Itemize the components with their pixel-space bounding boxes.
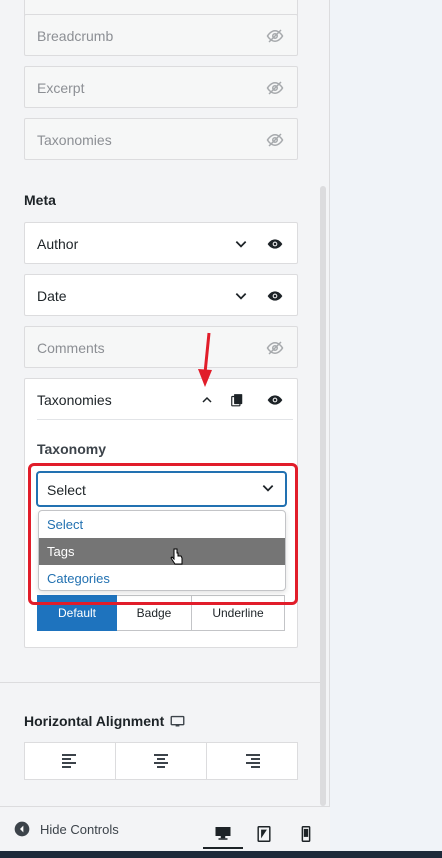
controls-panel: Breadcrumb Excerpt Taxonomies Meta Autho… — [0, 0, 330, 858]
copy-icon[interactable] — [227, 390, 247, 410]
divider — [0, 682, 322, 683]
control-label: Date — [37, 288, 67, 304]
control-label: Taxonomies — [37, 392, 112, 408]
collapse-left-icon — [14, 821, 30, 837]
align-center-icon — [154, 754, 168, 768]
chevron-up-icon[interactable] — [197, 390, 217, 410]
align-center-button[interactable] — [116, 743, 207, 779]
eye-slash-icon[interactable] — [265, 26, 285, 46]
eye-slash-icon[interactable] — [265, 130, 285, 150]
control-breadcrumb[interactable]: Breadcrumb — [24, 14, 298, 56]
eye-icon[interactable] — [265, 390, 285, 410]
desktop-icon — [170, 715, 185, 726]
hide-controls-button[interactable]: Hide Controls — [14, 821, 119, 837]
control-label: Breadcrumb — [37, 28, 114, 44]
mobile-icon — [301, 826, 311, 842]
eye-icon[interactable] — [265, 286, 285, 306]
control-comments[interactable]: Comments — [24, 326, 298, 368]
horizontal-alignment-title: Horizontal Alignment — [24, 713, 185, 729]
control-label: Comments — [37, 340, 105, 356]
align-left-button[interactable] — [25, 743, 116, 779]
control-label: Author — [37, 236, 79, 252]
eye-slash-icon[interactable] — [265, 78, 285, 98]
chevron-down-icon[interactable] — [231, 234, 251, 254]
meta-section-title: Meta — [24, 192, 56, 208]
preview-canvas — [330, 0, 442, 858]
scrollbar[interactable] — [320, 186, 326, 806]
tablet-icon — [257, 826, 271, 842]
taxonomy-field-label: Taxonomy — [37, 441, 106, 457]
chevron-down-icon[interactable] — [231, 286, 251, 306]
eye-slash-icon[interactable] — [265, 338, 285, 358]
hide-controls-label: Hide Controls — [40, 821, 119, 837]
device-desktop-button[interactable] — [203, 819, 243, 849]
bottom-bar — [0, 851, 442, 858]
highlight-box — [28, 463, 298, 605]
align-left-icon — [62, 754, 76, 768]
control-date[interactable]: Date — [24, 274, 298, 316]
control-label: Excerpt — [37, 80, 85, 96]
annotation-arrow-icon — [198, 332, 212, 387]
divider — [37, 419, 293, 420]
control-author[interactable]: Author — [24, 222, 298, 264]
eye-icon[interactable] — [265, 234, 285, 254]
section-title-text: Horizontal Alignment — [24, 713, 165, 729]
device-tablet-button[interactable] — [244, 819, 284, 849]
alignment-buttons — [24, 742, 298, 780]
align-right-button[interactable] — [207, 743, 297, 779]
control-taxonomies-top[interactable]: Taxonomies — [24, 118, 298, 160]
align-right-icon — [246, 754, 260, 768]
desktop-icon — [215, 827, 231, 840]
control-label: Taxonomies — [37, 132, 112, 148]
device-mobile-button[interactable] — [286, 819, 326, 849]
control-excerpt[interactable]: Excerpt — [24, 66, 298, 108]
